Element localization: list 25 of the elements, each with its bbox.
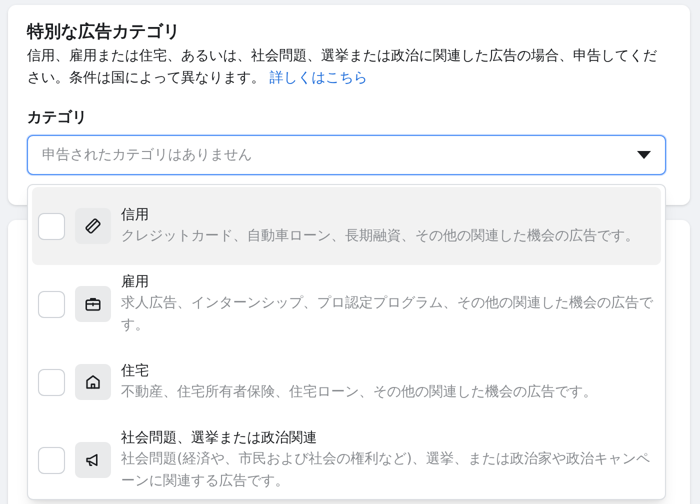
field-label: カテゴリ bbox=[27, 107, 88, 127]
option-title: 信用 bbox=[121, 206, 150, 225]
category-option[interactable]: 社会問題、選挙または政治関連 社会問題(経済や、市民および社会の権利など)、選挙、または政治家や政治キャンペーンに関連する広告です。 bbox=[32, 421, 661, 499]
house-icon bbox=[84, 373, 102, 391]
category-option[interactable]: 住宅 不動産、住宅所有者保険、住宅ローン、その他の関連した機会の広告です。 bbox=[32, 343, 661, 421]
checkbox[interactable] bbox=[38, 368, 65, 396]
section-description: 信用、雇用または住宅、あるいは、社会問題、選挙または政治に関連した広告の場合、申告してください。条件は国によって異なります。 詳しくはこちら bbox=[27, 47, 658, 88]
checkbox[interactable] bbox=[38, 212, 65, 240]
section-title: 特別な広告カテゴリ bbox=[27, 21, 181, 44]
checkbox[interactable] bbox=[38, 290, 65, 318]
card-icon bbox=[84, 217, 102, 235]
select-placeholder: 申告されたカテゴリはありません bbox=[42, 146, 252, 164]
option-title: 雇用 bbox=[121, 273, 150, 292]
category-option[interactable]: 雇用 求人広告、インターンシップ、プロ認定プログラム、その他の関連した機会の広告です。 bbox=[32, 265, 661, 343]
caret-icon bbox=[637, 151, 651, 159]
option-description: 不動産、住宅所有者保険、住宅ローン、その他の関連した機会の広告です。 bbox=[121, 383, 598, 402]
option-description: 求人広告、インターンシップ、プロ認定プログラム、その他の関連した機会の広告です。 bbox=[121, 294, 654, 335]
option-title: 住宅 bbox=[121, 362, 150, 381]
option-description: 社会問題(経済や、市民および社会の権利など)、選挙、または政治家や政治キャンペーンに関連する広告です。 bbox=[121, 450, 651, 491]
checkbox[interactable] bbox=[38, 446, 65, 474]
option-title: 社会問題、選挙または政治関連 bbox=[121, 429, 318, 448]
option-description: クレジットカード、自動車ローン、長期融資、その他の関連した機会の広告です。 bbox=[121, 227, 640, 246]
learn-more-link[interactable]: 詳しくはこちら bbox=[269, 70, 368, 86]
briefcase-icon bbox=[84, 295, 102, 313]
category-option[interactable]: 信用 クレジットカード、自動車ローン、長期融資、その他の関連した機会の広告です。 bbox=[32, 187, 661, 265]
